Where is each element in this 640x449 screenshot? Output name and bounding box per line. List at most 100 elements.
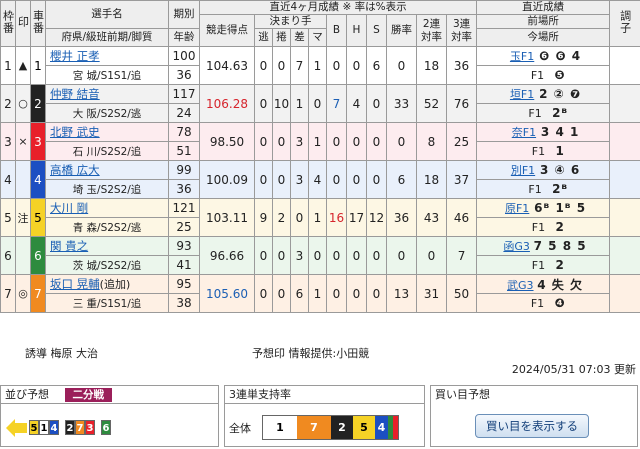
prev-place-cell: 別F1 3 ④ 6 (476, 160, 611, 180)
ren2-rate-cell: 52 (416, 84, 447, 123)
s-cell: 12 (366, 198, 387, 237)
ma-cell: 1 (308, 122, 327, 161)
rider-name-link[interactable]: 北野 武史 (50, 125, 100, 139)
line-chip: 3 (85, 420, 95, 435)
curr-results: 2ᴮ (552, 106, 569, 120)
rider-name-cell[interactable]: 櫻井 正孝 (45, 46, 169, 66)
nige-cell: 9 (254, 198, 273, 237)
rider-pref-cell: 宮 城/S1S1/追 (45, 65, 169, 85)
ma-cell: 1 (308, 198, 327, 237)
curr-place-label: F1 (528, 183, 542, 196)
waku-cell: 7 (0, 274, 16, 313)
score-cell: 106.28 (199, 84, 255, 123)
car-number: 5 (30, 198, 46, 237)
prev-place-link[interactable]: 原F1 (500, 200, 534, 216)
rider-pref-cell: 三 重/S1S1/追 (45, 293, 169, 313)
rider-name-cell[interactable]: 関 貴之 (45, 236, 169, 256)
prev-place-cell: 武G3 4 失 欠 (476, 274, 611, 294)
th-ren3: 3連対率 (445, 14, 478, 47)
rider-name-link[interactable]: 大川 剛 (50, 201, 88, 215)
car-number: 7 (30, 274, 46, 313)
table-row: 4 4 高橋 広大 99 100.09 0 0 3 4 0 0 0 6 18 37 別F1 3 ④ 6 (0, 160, 640, 199)
term-cell: 78 (168, 122, 200, 142)
ma-cell: 1 (308, 274, 327, 313)
th-s: S (366, 14, 387, 47)
th-curr-place: 今場所 (476, 28, 611, 47)
h-cell: 0 (346, 122, 367, 161)
support-segment: 4 (375, 416, 388, 439)
prev-place-link[interactable]: 奈F1 (507, 124, 541, 140)
rider-pref-cell: 石 川/S2S2/追 (45, 141, 169, 161)
prev-place-link[interactable]: 函G3 (500, 238, 534, 254)
prev-results: 7 5 8 5 (533, 239, 587, 253)
rider-name-link[interactable]: 関 貴之 (50, 239, 88, 253)
prev-place-link[interactable]: 垣F1 (505, 86, 539, 102)
win-rate-cell: 0 (386, 46, 417, 85)
rider-name-link[interactable]: 櫻井 正孝 (50, 49, 100, 63)
h-cell: 0 (346, 160, 367, 199)
rider-name-link[interactable]: 仲野 結音 (50, 87, 100, 101)
prev-place-link[interactable]: 別F1 (506, 162, 540, 178)
nige-cell: 0 (254, 274, 273, 313)
b-cell: 0 (326, 46, 347, 85)
support-rate-label: 全体 (229, 422, 251, 435)
ren3-rate-cell: 46 (445, 198, 478, 237)
table-row: 5 注 5 大川 剛 121 103.11 9 2 0 1 16 17 12 36 43 46 原F1 6ᴮ 1ᴮ… (0, 198, 640, 237)
adjust-cell (609, 236, 640, 275)
line-chip: 2 (65, 420, 75, 435)
makuri-cell: 10 (272, 84, 291, 123)
rider-name-cell[interactable]: 坂口 晃輔(追加) (45, 274, 169, 294)
curr-place-cell: F1 ❹ (476, 293, 611, 313)
mark-cell (15, 160, 31, 199)
prev-place-link[interactable]: 玉F1 (505, 48, 539, 64)
age-cell: 36 (168, 179, 200, 199)
win-rate-cell: 13 (386, 274, 417, 313)
th-makuri: 捲 (272, 28, 291, 47)
age-cell: 38 (168, 293, 200, 313)
s-cell: 0 (366, 122, 387, 161)
prev-results: 3 4 1 (540, 125, 580, 139)
ma-cell: 1 (308, 46, 327, 85)
prev-results: 3 ④ 6 (540, 163, 581, 177)
h-cell: 0 (346, 236, 367, 275)
rider-name-cell[interactable]: 大川 剛 (45, 198, 169, 218)
line-group: 273 (65, 420, 95, 435)
rider-pref-cell: 青 森/S2S2/逃 (45, 217, 169, 237)
mark-cell: 注 (15, 198, 31, 237)
support-segment: 7 (297, 416, 331, 439)
nige-cell: 0 (254, 122, 273, 161)
curr-place-cell: F1 ❺ (476, 65, 611, 85)
guide-text: 誘導 梅原 大治 (25, 347, 98, 360)
ren2-rate-cell: 8 (416, 122, 447, 161)
score-cell: 96.66 (199, 236, 255, 275)
table-row: 1 ▲ 1 櫻井 正孝 100 104.63 0 0 7 1 0 0 6 0 18 36 玉F1 ❻ ❻ 4 (0, 46, 640, 85)
s-cell: 0 (366, 160, 387, 199)
curr-place-label: F1 (531, 221, 546, 234)
car-number: 1 (30, 46, 46, 85)
b-cell: 7 (326, 84, 347, 123)
rider-name-link[interactable]: 坂口 晃輔 (50, 277, 100, 291)
ren3-rate-cell: 50 (445, 274, 478, 313)
s-cell: 6 (366, 46, 387, 85)
rider-name-cell[interactable]: 仲野 結音 (45, 84, 169, 104)
win-rate-cell: 36 (386, 198, 417, 237)
support-segment: 2 (331, 416, 353, 439)
show-buy-button[interactable]: 買い目を表示する (475, 414, 589, 438)
nige-cell: 0 (254, 160, 273, 199)
adjust-cell (609, 84, 640, 123)
sashi-cell: 6 (290, 274, 309, 313)
rider-name-cell[interactable]: 高橋 広大 (45, 160, 169, 180)
waku-cell: 1 (0, 46, 16, 85)
ma-cell: 4 (308, 160, 327, 199)
rider-pref-cell: 大 阪/S2S2/逃 (45, 103, 169, 123)
term-cell: 93 (168, 236, 200, 256)
support-segment: 5 (353, 416, 375, 439)
rider-name-link[interactable]: 高橋 広大 (50, 163, 100, 177)
rider-name-cell[interactable]: 北野 武史 (45, 122, 169, 142)
curr-place-label: F1 (530, 69, 545, 82)
buy-prediction-box: 買い目予想 買い目を表示する (430, 385, 638, 447)
prev-place-link[interactable]: 武G3 (503, 277, 537, 293)
table-row: 7 ◎ 7 坂口 晃輔(追加) 95 105.60 0 0 6 1 0 0 0 13 31 50 武G3 4 失 … (0, 274, 640, 313)
ren3-rate-cell: 76 (445, 84, 478, 123)
h-cell: 0 (346, 274, 367, 313)
